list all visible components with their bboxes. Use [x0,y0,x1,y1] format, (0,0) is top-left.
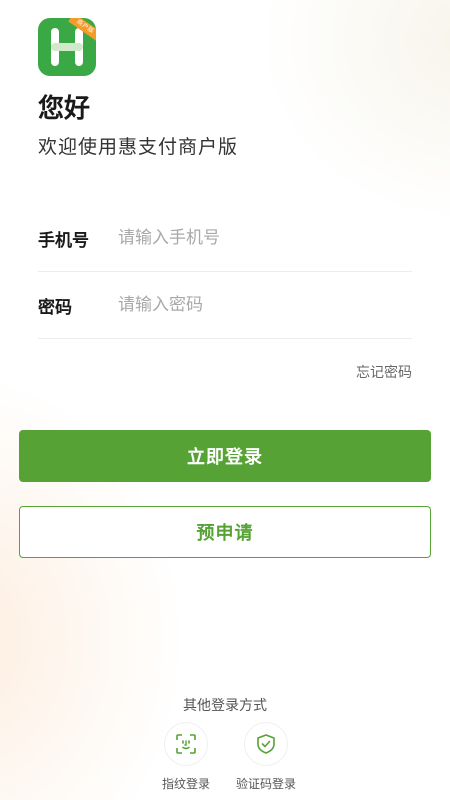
welcome-subtitle: 欢迎使用惠支付商户版 [38,136,239,158]
fingerprint-login-button[interactable] [164,722,208,766]
password-field-row: 密码 [38,272,412,339]
forgot-password-link[interactable]: 忘记密码 [356,362,412,382]
verification-code-login-option[interactable]: 验证码登录 [226,722,306,792]
login-button[interactable]: 立即登录 [19,430,431,482]
verification-code-login-button[interactable] [244,722,288,766]
phone-label: 手机号 [38,230,89,251]
phone-input[interactable] [118,228,412,248]
phone-field-row: 手机号 [38,205,412,272]
face-scan-icon [176,734,196,754]
fingerprint-login-label: 指纹登录 [161,777,210,791]
shield-check-icon [257,734,275,754]
password-label: 密码 [38,297,72,318]
other-login-title: 其他登录方式 [183,698,267,714]
pre-apply-button[interactable]: 预申请 [19,506,431,558]
fingerprint-login-option[interactable]: 指纹登录 [146,722,226,792]
password-input[interactable] [118,295,412,315]
verification-code-login-label: 验证码登录 [235,777,296,791]
app-logo: 商户版 [38,18,96,76]
greeting-title: 您好 [38,94,91,124]
